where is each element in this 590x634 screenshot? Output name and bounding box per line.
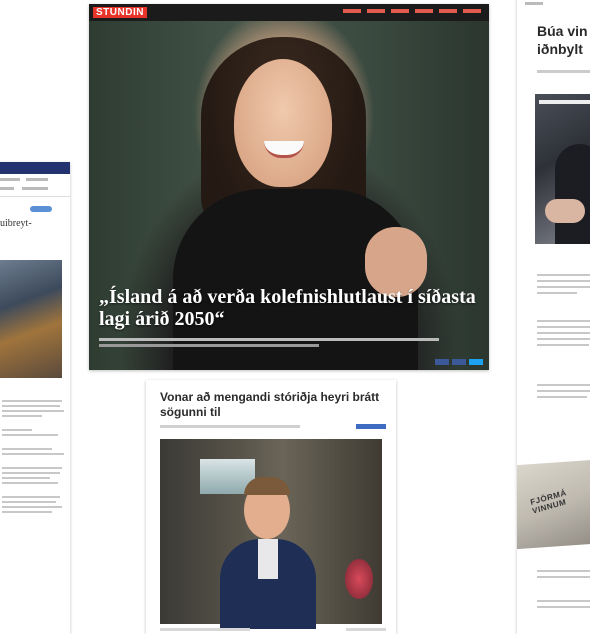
article-photo xyxy=(0,260,62,378)
site-header-bar xyxy=(0,162,70,174)
sign-text: FJÖRMÁ VINNUM xyxy=(530,488,570,516)
category-pill[interactable] xyxy=(30,206,52,212)
article-body-text xyxy=(2,400,64,516)
article-headline[interactable]: Vonar að mengandi stóriðja heyri brátt s… xyxy=(160,390,385,420)
hero-caption xyxy=(99,338,459,347)
photo-subject-shirt xyxy=(258,539,278,579)
article-photo xyxy=(160,439,382,629)
article-photo xyxy=(535,94,590,244)
photo-subject-hand xyxy=(545,199,585,223)
article-paragraph xyxy=(537,600,590,612)
right-article-card[interactable]: Búa vin iðnbylt FJÖRMÁ VINNUM xyxy=(517,0,590,634)
photo-subject-hair xyxy=(244,477,290,495)
breadcrumb[interactable] xyxy=(525,2,543,5)
nav-menu xyxy=(343,9,481,13)
article-paragraph xyxy=(537,570,590,582)
article-meta xyxy=(537,70,590,73)
facebook-share-button[interactable] xyxy=(435,359,449,365)
photo-subject xyxy=(555,144,590,244)
nav-item[interactable] xyxy=(463,9,481,13)
share-buttons xyxy=(435,359,483,365)
left-article-card[interactable]: uibreyt- xyxy=(0,162,70,634)
nav-item[interactable] xyxy=(343,9,361,13)
article-paragraph xyxy=(537,384,590,402)
twitter-share-button[interactable] xyxy=(469,359,483,365)
nav-item[interactable] xyxy=(391,9,409,13)
photo-credit xyxy=(346,628,386,631)
article-headline[interactable]: uibreyt- xyxy=(0,218,68,230)
main-article-card[interactable]: STUNDIN „Ísland á að verða kolefnishlutl… xyxy=(89,4,489,370)
article-paragraph xyxy=(537,274,590,298)
nav-item[interactable] xyxy=(367,9,385,13)
hero-headline[interactable]: „Ísland á að verða kolefnishlutlaust í s… xyxy=(99,286,484,330)
site-logo[interactable]: STUNDIN xyxy=(93,7,147,18)
photo-caption-bar xyxy=(539,100,590,104)
article-headline-line: Búa vin xyxy=(537,23,588,39)
nav-item[interactable] xyxy=(415,9,433,13)
nav-item[interactable] xyxy=(439,9,457,13)
article-paragraph xyxy=(537,320,590,350)
photo-flowers xyxy=(345,559,373,599)
site-nav-bar: STUNDIN xyxy=(89,4,489,21)
secondary-article-card[interactable]: Vonar að mengandi stóriðja heyri brátt s… xyxy=(146,380,396,634)
article-headline[interactable]: Búa vin iðnbylt xyxy=(537,22,590,58)
article-photo-sign: FJÖRMÁ VINNUM xyxy=(517,458,590,550)
photo-caption xyxy=(160,628,250,631)
article-meta xyxy=(160,425,300,428)
category-tag[interactable] xyxy=(356,424,386,429)
site-menu xyxy=(0,174,70,197)
photo-subject-face xyxy=(234,59,332,187)
share-button[interactable] xyxy=(452,359,466,365)
article-headline-line: iðnbylt xyxy=(537,41,583,57)
